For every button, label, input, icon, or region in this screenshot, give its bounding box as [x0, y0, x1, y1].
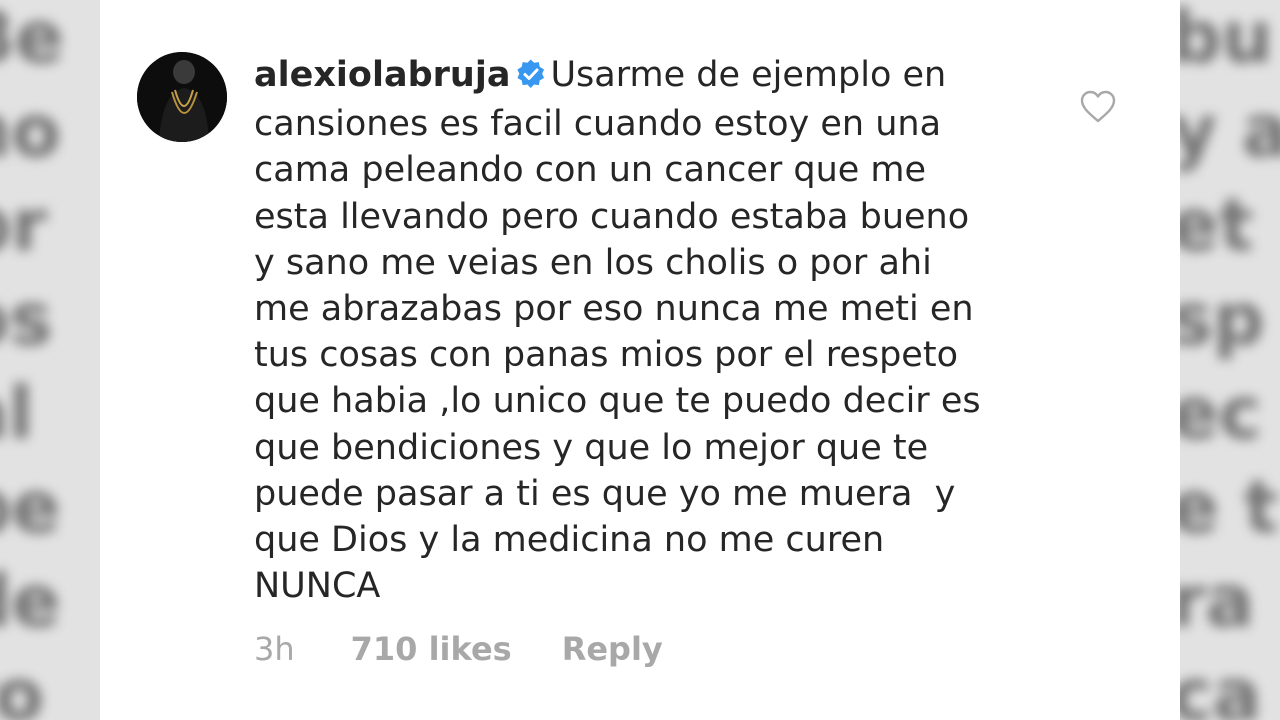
blurred-background-right: bu y a et sp ec e t ra ca: [1180, 0, 1280, 720]
comment-text: Usarme de ejemplo en cansiones es facil …: [254, 55, 981, 607]
comment-time[interactable]: 3h: [254, 630, 295, 668]
blurred-background-left: Benobrosalbedeto: [0, 0, 100, 720]
verified-badge-icon: [516, 55, 546, 101]
reply-button[interactable]: Reply: [562, 630, 663, 668]
likes-count[interactable]: 710 likes: [351, 630, 512, 668]
comment-meta: 3h 710 likes Reply: [254, 630, 663, 668]
comment-body: alexiolabruja Usarme de ejemplo en cansio…: [254, 52, 1044, 609]
avatar[interactable]: [137, 52, 227, 142]
comment-card: alexiolabruja Usarme de ejemplo en cansio…: [100, 0, 1180, 720]
avatar-image: [137, 52, 227, 142]
heart-outline-icon[interactable]: [1080, 90, 1116, 124]
username[interactable]: alexiolabruja: [254, 55, 510, 95]
